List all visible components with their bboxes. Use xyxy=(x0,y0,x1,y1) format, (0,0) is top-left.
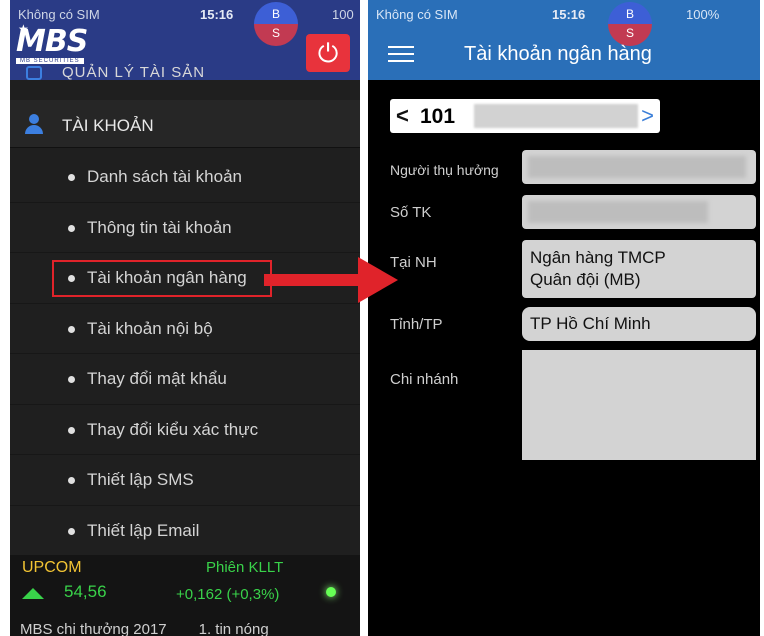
exchange-name: UPCOM xyxy=(22,559,82,576)
masked-value xyxy=(528,156,746,178)
menu-item-change-password[interactable]: Thay đổi mật khẩu xyxy=(10,354,360,405)
bullet-icon xyxy=(68,174,75,181)
menu-item-label: Thông tin tài khoản xyxy=(87,217,232,237)
bullet-icon xyxy=(68,477,75,484)
bullet-icon xyxy=(68,527,75,535)
carrier-text: Không có SIM xyxy=(18,7,100,22)
menu-partial-label: QUẢN LÝ TÀI SẢN xyxy=(62,64,206,81)
left-phone-screen: Không có SIM 15:16 100 B S ★ MBS MB SECU… xyxy=(10,0,360,636)
province-value: TP Hồ Chí Minh xyxy=(530,314,651,333)
wallet-icon xyxy=(26,66,42,80)
chevron-right-icon[interactable]: > xyxy=(641,103,654,129)
right-phone-screen: Không có SIM 15:16 100% B S Tài khoản ng… xyxy=(368,0,760,636)
menu-item-label: Tài khoản ngân hàng xyxy=(87,268,247,287)
app-header: Không có SIM 15:16 100% B S Tài khoản ng… xyxy=(368,0,760,80)
hamburger-icon[interactable] xyxy=(388,46,414,64)
section-label: TÀI KHOẢN xyxy=(62,116,154,135)
news-item: 1. tin nóng xyxy=(198,621,269,636)
index-change: +0,162 (+0,3%) xyxy=(176,586,280,603)
menu-item-label: Thay đổi kiểu xác thực xyxy=(87,419,259,439)
menu-item-label: Tài khoản nội bộ xyxy=(87,318,213,338)
badge-sell: S xyxy=(625,26,634,40)
menu-item-change-auth[interactable]: Thay đổi kiểu xác thực xyxy=(10,405,360,455)
badge-buy: B xyxy=(625,7,634,21)
arrow-right-icon xyxy=(264,257,398,303)
account-selector[interactable]: < 101 > xyxy=(390,99,660,133)
menu-item-label: Thiết lập SMS xyxy=(87,470,194,489)
menu-item-label: Thiết lập Email xyxy=(87,520,200,540)
chevron-left-icon[interactable]: < xyxy=(396,103,409,129)
badge-buy: B xyxy=(271,7,280,21)
bank-value: Ngân hàng TMCP Quân đội (MB) xyxy=(530,248,666,289)
bullet-icon xyxy=(68,426,75,434)
session-status: Phiên KLLT xyxy=(206,559,284,576)
menu-item-account-list[interactable]: Danh sách tài khoản xyxy=(10,152,360,203)
section-account[interactable]: TÀI KHOẢN xyxy=(10,100,360,148)
battery-text: 100 xyxy=(332,7,354,22)
bullet-icon xyxy=(68,224,75,232)
account-no-label: Số TK xyxy=(390,204,432,221)
bullet-icon xyxy=(68,376,75,383)
star-icon: ★ xyxy=(18,22,29,36)
menu-item-sms-settings[interactable]: Thiết lập SMS xyxy=(10,455,360,506)
status-led-icon xyxy=(326,587,336,597)
bullet-icon xyxy=(68,275,75,282)
clock-text: 15:16 xyxy=(552,7,586,22)
status-bar: Không có SIM 15:16 100 xyxy=(10,0,360,26)
menu-item-email-settings[interactable]: Thiết lập Email xyxy=(10,506,360,556)
branch-label: Chi nhánh xyxy=(390,371,459,388)
branch-field[interactable] xyxy=(522,350,756,460)
menu-item-internal-account[interactable]: Tài khoản nội bộ xyxy=(10,304,360,354)
up-triangle-icon xyxy=(22,588,44,599)
page-title: Tài khoản ngân hàng xyxy=(464,43,652,65)
bullet-icon xyxy=(68,325,75,333)
account-number: 101 xyxy=(420,105,456,128)
masked-value xyxy=(528,201,708,223)
carrier-text: Không có SIM xyxy=(376,7,458,22)
news-marquee[interactable]: MBS chi thưởng 2017 1. tin nóng xyxy=(20,621,269,636)
menu-item-account-info[interactable]: Thông tin tài khoản xyxy=(10,203,360,253)
province-field[interactable]: TP Hồ Chí Minh xyxy=(522,307,756,341)
battery-text: 100% xyxy=(686,7,720,22)
bank-field[interactable]: Ngân hàng TMCP Quân đội (MB) xyxy=(522,240,756,298)
masked-account xyxy=(474,104,638,128)
person-icon xyxy=(24,114,44,134)
menu-item-label: Danh sách tài khoản xyxy=(87,167,242,186)
buy-sell-badge[interactable]: B S xyxy=(608,2,652,46)
account-no-field[interactable] xyxy=(522,195,756,229)
beneficiary-label: Người thụ hưởng xyxy=(390,162,499,178)
status-bar: Không có SIM 15:16 100% xyxy=(368,0,760,26)
menu-item-label: Thay đổi mật khẩu xyxy=(87,369,227,388)
province-label: Tỉnh/TP xyxy=(390,316,443,333)
news-item: MBS chi thưởng 2017 xyxy=(20,621,167,636)
menu-asset-management[interactable]: QUẢN LÝ TÀI SẢN xyxy=(10,62,360,92)
buy-sell-badge[interactable]: B S xyxy=(254,2,298,46)
badge-sell: S xyxy=(271,26,280,40)
clock-text: 15:16 xyxy=(200,7,234,22)
account-menu: Danh sách tài khoản Thông tin tài khoản … xyxy=(10,152,360,556)
market-ticker[interactable]: UPCOM Phiên KLLT 54,56 +0,162 (+0,3%) MB… xyxy=(10,555,360,636)
index-value: 54,56 xyxy=(64,582,107,601)
beneficiary-field[interactable] xyxy=(522,150,756,184)
